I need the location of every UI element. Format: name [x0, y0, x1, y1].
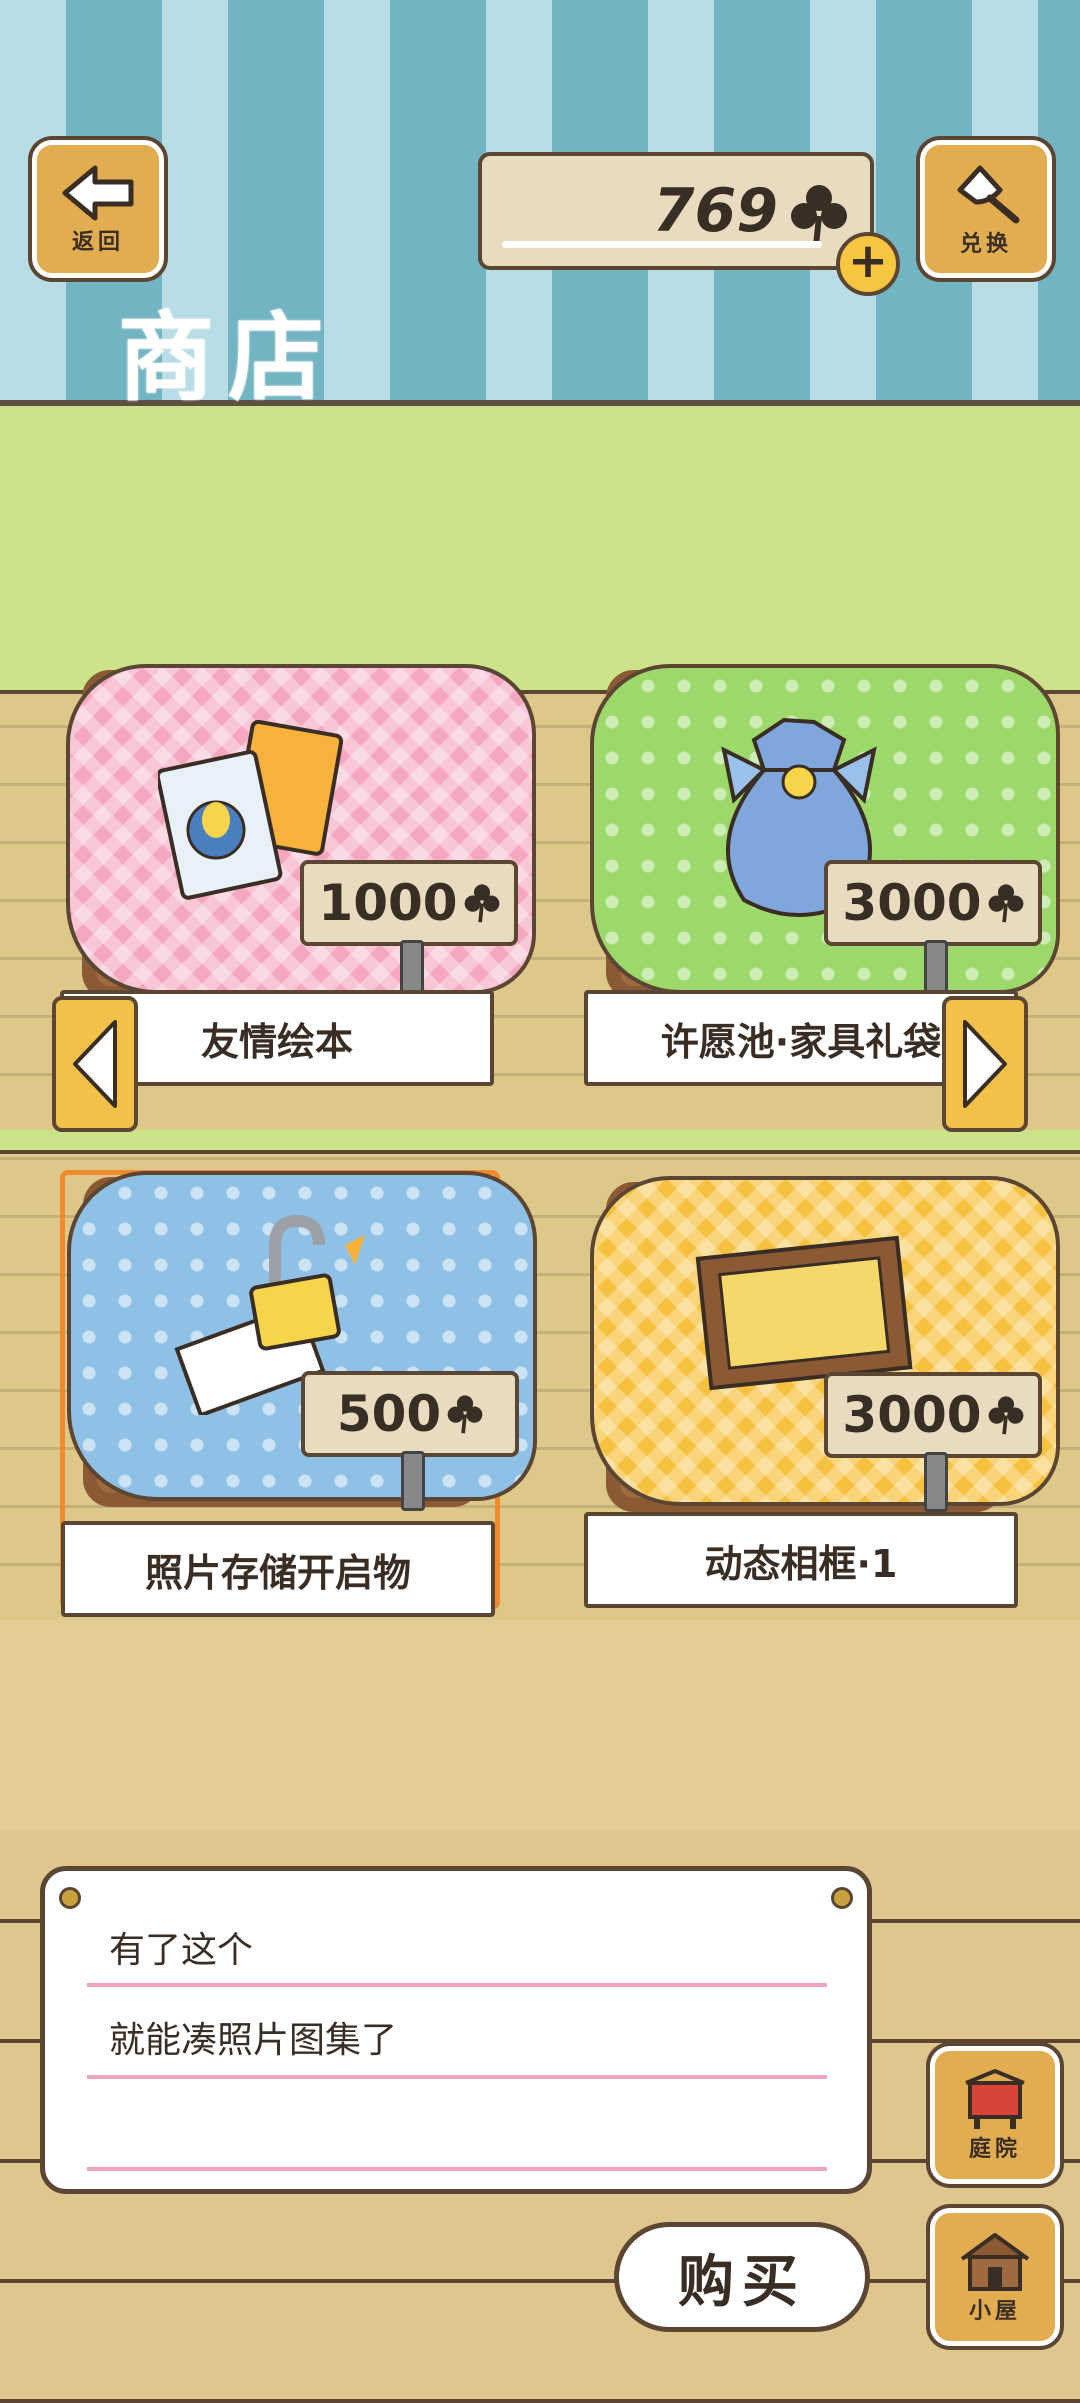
buy-button[interactable]: 购买	[614, 2222, 870, 2332]
house-label: 小屋	[968, 2299, 1021, 2324]
back-arrow-icon	[62, 165, 134, 221]
back-button[interactable]: 返回	[32, 140, 164, 278]
next-page-button[interactable]	[942, 996, 1028, 1132]
arrow-left-icon	[73, 1020, 117, 1108]
dialog-line-2: 就能凑照片图集了	[109, 2020, 398, 2061]
clover-balance: 769	[478, 152, 874, 270]
shop-item-animated-photo-frame[interactable]: 3000 动态相框·1	[584, 1172, 1060, 1612]
nail	[59, 1887, 81, 1909]
yard-label: 庭院	[968, 2137, 1021, 2162]
item-name-plate: 动态相框·1	[584, 1512, 1018, 1608]
dialog-rule	[87, 2075, 827, 2079]
add-clover-button[interactable]: +	[836, 232, 900, 296]
shop-item-photo-storage-unlock[interactable]: 500 照片存储开启物	[60, 1170, 537, 1617]
page-title: 商店	[118, 302, 338, 414]
house-icon	[960, 2233, 1030, 2291]
price-tag: 1000	[300, 860, 518, 946]
price-value: 1000	[318, 874, 458, 932]
clover-icon	[464, 884, 499, 923]
back-label: 返回	[71, 230, 124, 255]
clover-icon	[447, 1395, 483, 1434]
clover-count: 769	[652, 176, 778, 246]
clover-icon	[988, 1396, 1023, 1435]
prev-page-button[interactable]	[52, 996, 138, 1132]
price-value: 3000	[842, 1386, 982, 1444]
description-dialog: 有了这个 就能凑照片图集了	[40, 1866, 872, 2194]
exchange-label: 兑换	[959, 232, 1012, 257]
clover-icon	[988, 884, 1023, 923]
tag-peg	[924, 1452, 948, 1512]
price-tag: 3000	[824, 860, 1042, 946]
price-value: 3000	[842, 874, 982, 932]
tag-peg	[401, 1451, 425, 1511]
dialog-rule	[87, 2167, 827, 2171]
dialog-line-1: 有了这个	[109, 1930, 254, 1971]
yard-icon	[965, 2068, 1025, 2129]
clover-icon	[791, 185, 847, 247]
yard-button[interactable]: 庭院	[930, 2046, 1060, 2184]
nail	[831, 1887, 853, 1909]
grass-band	[0, 406, 1080, 691]
item-name-plate: 照片存储开启物	[61, 1521, 495, 1617]
price-value: 500	[336, 1385, 442, 1443]
dialog-rule	[87, 1983, 827, 1987]
price-tag: 500	[301, 1371, 519, 1457]
house-button[interactable]: 小屋	[930, 2208, 1060, 2346]
grass-gap	[0, 1130, 1080, 1152]
exchange-button[interactable]: 兑换	[920, 140, 1052, 278]
bell-icon	[957, 165, 1020, 224]
arrow-right-icon	[963, 1020, 1007, 1108]
price-tag: 3000	[824, 1372, 1042, 1458]
balance-shine	[502, 241, 822, 248]
